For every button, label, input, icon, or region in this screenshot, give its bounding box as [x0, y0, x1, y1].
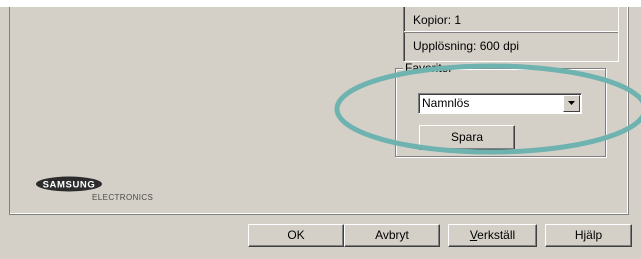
cancel-button[interactable]: Avbryt: [344, 224, 440, 247]
favorites-dropdown[interactable]: Namnlös: [418, 93, 582, 114]
summary-box: Kopior: 1 Upplösning: 600 dpi: [403, 7, 619, 62]
favorites-dropdown-value: Namnlös: [422, 96, 470, 110]
samsung-logo: SAMSUNG ELECTRONICS: [35, 176, 175, 206]
dropdown-arrow-button[interactable]: [563, 95, 580, 112]
apply-button[interactable]: Verkställ: [448, 224, 537, 247]
chevron-down-icon: [568, 101, 575, 105]
resolution-text: Upplösning: 600 dpi: [413, 39, 520, 53]
copies-text: Kopior: 1: [404, 8, 618, 32]
samsung-logo-mark: SAMSUNG: [36, 176, 102, 192]
logo-subtitle: ELECTRONICS: [92, 193, 154, 202]
help-button[interactable]: Hjälp: [545, 224, 632, 247]
ok-button[interactable]: OK: [248, 224, 344, 247]
apply-label-rest: erkställ: [477, 228, 516, 242]
logo-brand-text: SAMSUNG: [43, 180, 96, 191]
favorites-label: Favoriter: [403, 61, 455, 75]
top-edge: [0, 0, 641, 7]
save-button[interactable]: Spara: [419, 125, 515, 150]
